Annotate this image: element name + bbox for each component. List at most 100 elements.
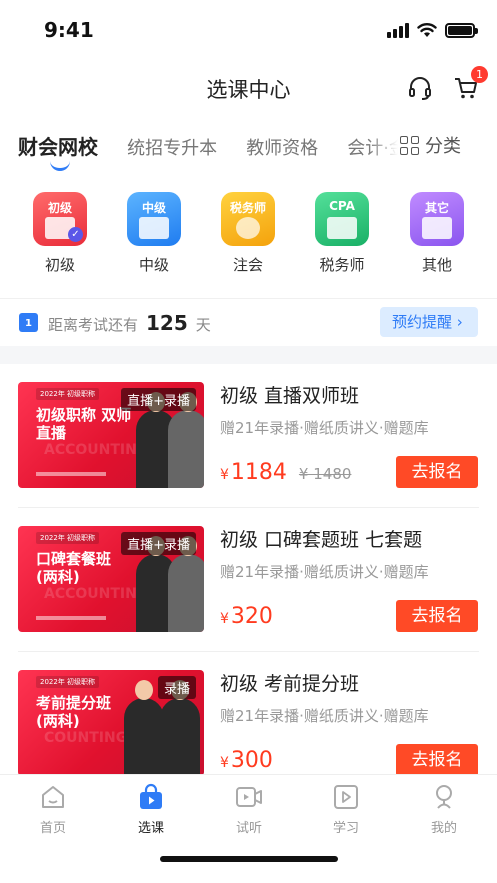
teacher-figure: [160, 680, 200, 774]
status-icons: [387, 22, 478, 38]
teacher-figure: [168, 392, 204, 488]
signup-button[interactable]: 去报名: [396, 744, 478, 774]
category-zhuhui[interactable]: 税务师 注会: [213, 192, 283, 275]
tabbar-label: 首页: [39, 821, 66, 836]
header: 选课中心 1: [0, 60, 497, 118]
signup-button[interactable]: 去报名: [396, 456, 478, 488]
category-zhongji[interactable]: 中级 中级: [119, 192, 189, 275]
thumb-subline: [36, 472, 106, 476]
thumb-title: 口碑套餐班 (两科): [36, 550, 112, 586]
thumb-watermark: COUNTING: [44, 730, 128, 746]
status-time: 9:41: [44, 18, 94, 42]
cpa-tile-text: CPA: [329, 199, 355, 213]
thumb-watermark: ACCOUNTING: [44, 442, 149, 458]
profile-icon: [436, 785, 452, 809]
category-chuji[interactable]: 初级 ✓ 初级: [25, 192, 95, 275]
countdown-prefix: 距离考试还有: [48, 316, 139, 334]
course-tag: 直播+录播: [121, 532, 196, 555]
category-label: 注会: [232, 256, 263, 274]
thumb-title: 初级职称 双师直播: [36, 406, 132, 442]
course-title: 初级 考前提分班: [220, 673, 360, 695]
countdown-days: 125: [146, 311, 188, 335]
category-button[interactable]: 分类: [400, 131, 461, 159]
course-thumbnail[interactable]: 2022年 初级职称 初级职称 双师直播 ACCOUNTING 直播+录播: [18, 382, 204, 488]
price-value: 320: [230, 604, 273, 629]
qita-tile-text: 其它: [424, 201, 449, 215]
tabs-fade: [368, 126, 398, 166]
section-divider: [0, 346, 497, 364]
teacher-figure: [124, 680, 164, 774]
grid-icon: [400, 135, 419, 155]
video-icon: [236, 787, 262, 807]
course-tag: 录播: [157, 676, 196, 699]
tabbar-label: 我的: [430, 821, 457, 836]
course-price: ¥ 320: [220, 604, 273, 629]
category-icons: 初级 ✓ 初级 中级 中级 税务师 注会 CPA 税务师 其它 其他: [0, 192, 497, 282]
wifi-icon: [417, 23, 437, 37]
currency-symbol: ¥: [220, 611, 229, 627]
bottom-tabbar: 首页 选课 试听 学习 我的: [0, 774, 497, 883]
countdown-text: 距离考试还有 125 天: [48, 311, 211, 335]
tabbar-label: 试听: [235, 821, 262, 836]
course-thumbnail[interactable]: 2022年 初级职称 考前提分班 (两科) COUNTING 录播: [18, 670, 204, 774]
thumb-subline: [36, 616, 106, 620]
headset-icon: [409, 77, 431, 100]
course-card[interactable]: 2022年 初级职称 考前提分班 (两科) COUNTING 录播 初级 考前提…: [0, 652, 497, 774]
status-bar: 9:41: [0, 0, 497, 60]
category-tabs: 财会网校 统招专升本 教师资格 会计·金: [18, 131, 398, 171]
shopping-bag-icon: [140, 783, 162, 809]
course-list: 2022年 初级职称 初级职称 双师直播 ACCOUNTING 直播+录播 初级…: [0, 364, 497, 774]
reminder-button[interactable]: 预约提醒 ›: [380, 307, 478, 337]
play-icon: [334, 785, 358, 809]
course-card[interactable]: 2022年 初级职称 口碑套餐班 (两科) ACCOUNTING 直播+录播 初…: [0, 508, 497, 652]
zhongji-tile-text: 中级: [141, 201, 166, 215]
tabbar-home[interactable]: 首页: [23, 783, 83, 836]
course-title: 初级 直播双师班: [220, 385, 360, 407]
zhongji-tile-icon: 中级: [127, 192, 181, 246]
chuji-tile-text: 初级: [47, 201, 72, 215]
tab-caikuai[interactable]: 财会网校: [18, 131, 98, 171]
battery-icon: [445, 22, 478, 38]
course-price: ¥ 300: [220, 748, 273, 773]
thumb-title: 考前提分班 (两科): [36, 694, 112, 730]
tabbar-study[interactable]: 学习: [316, 783, 376, 836]
cart-button[interactable]: 1: [450, 66, 488, 104]
tab-tongzhao[interactable]: 统招专升本: [127, 134, 217, 160]
signup-button[interactable]: 去报名: [396, 600, 478, 632]
category-qita[interactable]: 其它 其他: [402, 192, 472, 275]
category-button-label: 分类: [425, 136, 461, 157]
check-icon: ✓: [68, 227, 83, 242]
price-value: 1184: [230, 460, 287, 485]
course-desc: 赠21年录播·赠纸质讲义·赠题库: [220, 563, 429, 581]
course-thumbnail[interactable]: 2022年 初级职称 口碑套餐班 (两科) ACCOUNTING 直播+录播: [18, 526, 204, 632]
signal-icon: [387, 22, 409, 38]
countdown-suffix: 天: [195, 316, 211, 334]
category-label: 中级: [138, 256, 169, 274]
cart-badge: 1: [471, 66, 488, 83]
tabs-row: 财会网校 统招专升本 教师资格 会计·金 分类: [0, 118, 497, 171]
thumb-year: 2022年 初级职称: [36, 532, 100, 544]
home-icon: [42, 786, 64, 808]
category-label: 其他: [421, 256, 452, 274]
tabbar-trial[interactable]: 试听: [219, 783, 279, 836]
teacher-figure: [168, 536, 204, 632]
course-card[interactable]: 2022年 初级职称 初级职称 双师直播 ACCOUNTING 直播+录播 初级…: [0, 364, 497, 508]
thumb-year: 2022年 初级职称: [36, 676, 100, 688]
top-card: 财会网校 统招专升本 教师资格 会计·金 分类 初级 ✓ 初级 中级 中级: [0, 118, 497, 296]
chuji-tile-icon: 初级 ✓: [33, 192, 87, 246]
tabbar-courses[interactable]: 选课: [121, 783, 181, 836]
shuiwushi-tile-icon: 税务师: [221, 192, 275, 246]
course-tag: 直播+录播: [121, 388, 196, 411]
category-shuiwushi[interactable]: CPA 税务师: [307, 192, 377, 275]
tabbar-mine[interactable]: 我的: [414, 783, 474, 836]
calendar-icon: 1: [19, 313, 38, 332]
tabbar-label: 学习: [332, 821, 359, 836]
customer-service-button[interactable]: [404, 72, 436, 104]
course-desc: 赠21年录播·赠纸质讲义·赠题库: [220, 419, 429, 437]
original-price: ¥ 1480: [298, 465, 352, 483]
category-label: 初级: [44, 256, 75, 274]
course-desc: 赠21年录播·赠纸质讲义·赠题库: [220, 707, 429, 725]
price-value: 300: [230, 748, 273, 773]
thumb-year: 2022年 初级职称: [36, 388, 100, 400]
tab-jiaoshi[interactable]: 教师资格: [246, 134, 318, 160]
